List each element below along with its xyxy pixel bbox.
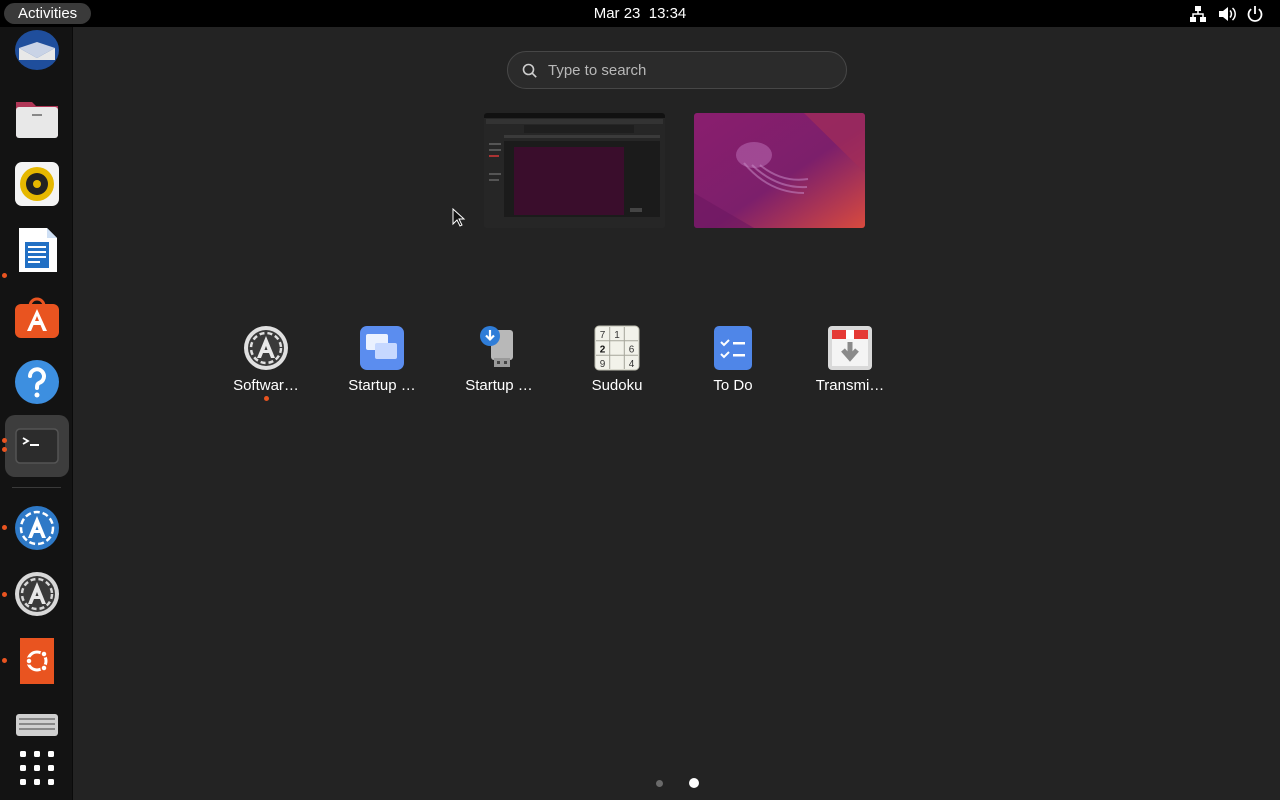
app-software-updates[interactable]: Softwar… [211,318,321,406]
dock-item-software-properties[interactable] [5,563,69,625]
dock-item-writer[interactable] [5,219,69,281]
running-indicator [2,447,7,452]
running-indicator [2,273,7,278]
transmission-icon [828,326,872,370]
writer-icon [19,228,57,272]
wallpaper-thumbnail [694,113,865,228]
sudoku-digit: 4 [629,359,635,370]
app-label: Startup … [465,377,533,394]
app-store-icon [15,297,59,338]
running-indicator [2,592,7,597]
power-icon[interactable] [1245,4,1265,24]
mouse-pointer-icon [452,208,466,227]
software-updater-icon [15,506,59,550]
dock [0,27,73,800]
date-label: Mar 23 [593,5,641,22]
sudoku-digit: 9 [600,359,606,370]
dock-separator [12,487,61,488]
workspace-thumbnail-2[interactable] [694,113,865,228]
terminal-icon [15,428,59,464]
app-label: To Do [713,377,753,394]
top-bar: Activities Mar 23 13:34 [0,0,1280,27]
clock: Mar 23 13:34 [0,0,1280,27]
software-properties-icon [244,326,288,370]
search-icon [522,63,537,78]
sudoku-icon: 7 1 2 6 9 4 [594,325,640,371]
mail-icon [15,30,59,70]
startup-disk-icon [480,326,513,367]
rhythmbox-icon [15,162,59,206]
dock-item-files[interactable] [5,87,69,149]
help-icon [15,360,59,404]
ubuntu-icon [20,638,54,684]
time-label: 13:34 [648,5,687,22]
dock-item-ubuntu-software[interactable] [5,285,69,347]
dock-item-rhythmbox[interactable] [5,153,69,215]
files-icon [16,102,58,138]
page-indicator-1[interactable] [656,780,663,787]
app-transmission[interactable]: Transmi… [795,318,905,406]
dock-item-help[interactable] [5,351,69,413]
app-to-do[interactable]: To Do [678,318,788,406]
app-sudoku[interactable]: 7 1 2 6 9 4 Sudoku [562,318,672,406]
app-startup-disk-creator[interactable]: Startup … [444,318,554,406]
todo-icon [714,326,752,370]
network-icon[interactable] [1188,4,1208,24]
app-label: Startup … [348,377,416,394]
running-indicator [264,396,269,401]
dock-item-software-updater[interactable] [5,497,69,559]
workspace-thumbnail-1[interactable] [484,113,665,228]
software-properties-icon [15,572,59,616]
sudoku-digit: 6 [629,345,635,356]
sudoku-digit: 2 [600,345,606,356]
app-label: Sudoku [591,377,643,394]
dock-item-thunderbird[interactable] [5,21,69,83]
app-startup-applications[interactable]: Startup … [327,318,437,406]
clock-button[interactable]: Mar 23 13:34 [594,5,687,22]
app-grid-icon [20,751,54,785]
page-indicator-2[interactable] [689,778,699,788]
search-input[interactable] [548,52,838,88]
terminal-window-thumbnail [484,113,665,228]
running-indicator [2,438,7,443]
sudoku-digit: 7 [600,330,606,341]
show-applications-button[interactable] [5,737,69,799]
sudoku-digit: 1 [614,330,620,341]
volume-icon[interactable] [1217,4,1237,24]
app-label: Softwar… [233,377,299,394]
search-box [507,51,847,89]
running-indicator [2,658,7,663]
running-indicator [2,525,7,530]
app-label: Transmi… [815,377,885,394]
dock-item-ubuntu-installer[interactable] [5,629,69,691]
dock-item-terminal[interactable] [5,415,69,477]
startup-apps-icon [360,326,404,370]
